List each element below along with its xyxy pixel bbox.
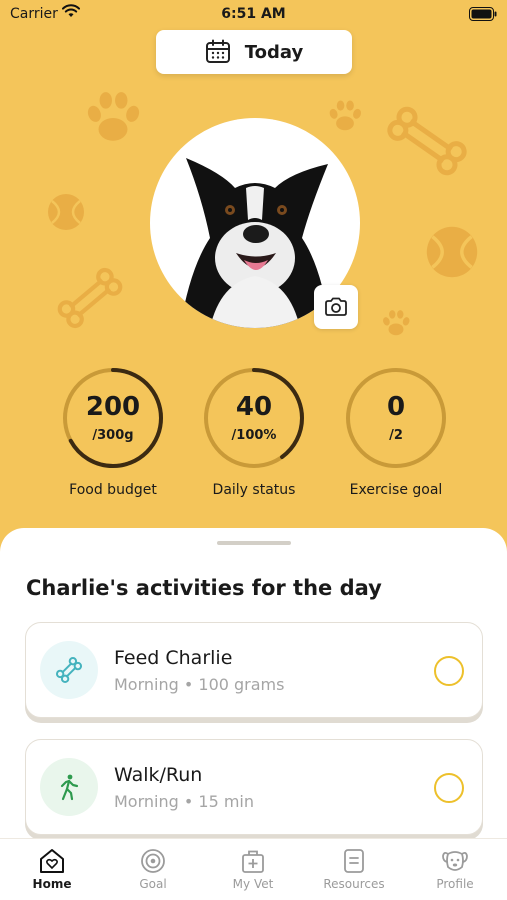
change-photo-button[interactable] [314,285,358,329]
date-picker-button[interactable]: Today [156,30,352,74]
paw-print-icon [383,310,410,336]
paw-print-icon [329,100,362,131]
stat-target: /300g [92,428,134,443]
tab-profile[interactable]: Profile [410,847,500,891]
stat-caption: Exercise goal [349,482,443,498]
activity-meta: Morning • 15 min [114,792,254,811]
stat-target: /2 [389,428,403,443]
activity-card[interactable]: Walk/Run Morning • 15 min [25,739,483,835]
sheet-drag-handle[interactable] [217,541,291,545]
tab-label: My Vet [232,877,274,891]
bone-icon [57,267,123,329]
home-heart-icon [40,849,64,873]
tab-resources[interactable]: Resources [309,847,399,891]
activities-title: Charlie's activities for the day [26,576,382,600]
tab-bar: Home Goal My Vet Resources Profile [0,838,507,900]
bone-icon [55,656,83,684]
stat-caption: Food budget [69,482,157,498]
medical-bag-icon [242,850,264,873]
stat-target: /100% [231,428,277,443]
status-bar: Carrier 6:51 AM [0,0,507,30]
activity-complete-checkbox[interactable] [434,773,464,803]
tennis-ball-icon [48,194,84,230]
stat-value: 200 [85,392,141,422]
document-icon [344,849,364,873]
activity-icon-bubble [40,758,98,816]
tab-label: Home [32,877,72,891]
activity-meta: Morning • 100 grams [114,675,285,694]
activity-icon-bubble [40,641,98,699]
dog-face-icon [442,851,468,871]
activity-title: Feed Charlie [114,647,233,669]
clock: 6:51 AM [221,6,286,22]
stat-value: 40 [235,392,273,422]
tab-home[interactable]: Home [7,847,97,891]
battery-icon [469,7,497,21]
date-picker-label: Today [244,41,304,63]
stat-value: 0 [386,392,406,422]
calendar-icon [205,39,230,63]
target-icon [141,849,165,873]
tab-label: Resources [323,877,385,891]
walking-person-icon [60,774,79,801]
tab-my-vet[interactable]: My Vet [208,847,298,891]
stat-food-budget: 200 /300g Food budget [61,366,165,498]
tab-goal[interactable]: Goal [108,847,198,891]
activity-complete-checkbox[interactable] [434,656,464,686]
stat-caption: Daily status [212,482,296,498]
activity-title: Walk/Run [114,764,203,786]
tab-label: Profile [436,877,474,891]
tennis-ball-icon [426,226,478,278]
camera-icon [325,297,347,316]
tab-label: Goal [139,877,167,891]
bone-icon [387,106,467,176]
stat-daily-status: 40 /100% Daily status [202,366,306,498]
stat-exercise-goal: 0 /2 Exercise goal [344,366,448,498]
paw-print-icon [87,92,140,141]
activity-card[interactable]: Feed Charlie Morning • 100 grams [25,622,483,718]
